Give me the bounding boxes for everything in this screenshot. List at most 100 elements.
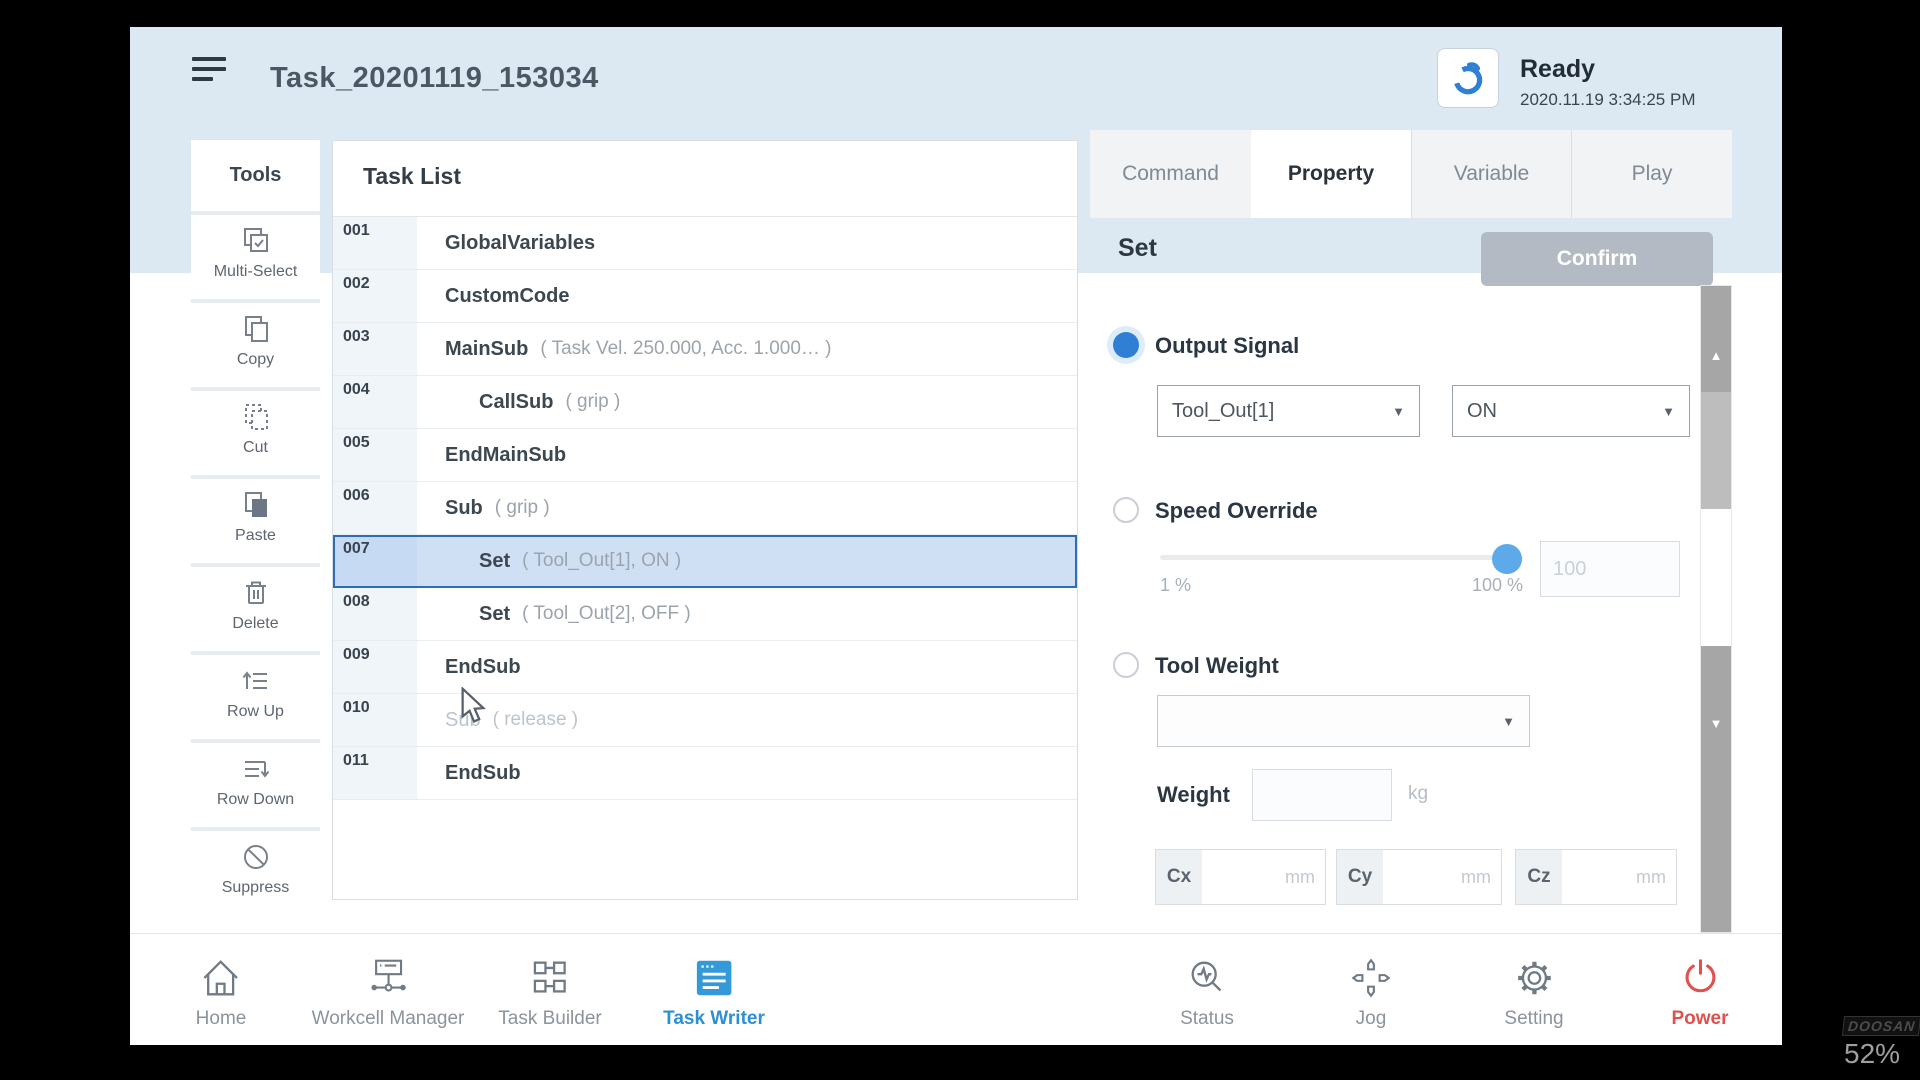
weight-unit: kg: [1408, 783, 1428, 805]
row-up-button[interactable]: Row Up: [191, 655, 320, 739]
task-row-011[interactable]: 011 EndSub: [333, 747, 1077, 800]
command-args: ( Tool_Out[1], ON ): [522, 550, 681, 572]
task-row-006[interactable]: 006 Sub( grip ): [333, 482, 1077, 535]
home-icon: [198, 955, 244, 1001]
output-signal-label: Output Signal: [1155, 333, 1299, 359]
suppress-button[interactable]: Suppress: [191, 831, 320, 915]
jog-icon: [1348, 955, 1394, 1001]
nav-task-writer[interactable]: Task Writer: [663, 955, 765, 1030]
tools-panel-title: Tools: [191, 140, 320, 211]
tab-property[interactable]: Property: [1251, 130, 1411, 218]
task-row-005[interactable]: 005 EndMainSub: [333, 429, 1077, 482]
scrollbar-down-button[interactable]: ▼: [1701, 646, 1731, 932]
row-number: 004: [333, 376, 417, 428]
scroll-down-icon: ▼: [1701, 716, 1731, 731]
status-icon: [1184, 955, 1230, 1001]
nav-status[interactable]: Status: [1180, 955, 1234, 1030]
scrollbar-thumb[interactable]: [1701, 392, 1731, 509]
robot-status-button[interactable]: [1437, 48, 1499, 108]
row-number: 006: [333, 482, 417, 534]
command-name: EndSub: [445, 762, 521, 785]
nav-home[interactable]: Home: [196, 955, 247, 1030]
task-row-009[interactable]: 009 EndSub: [333, 641, 1077, 694]
menu-hamburger-icon[interactable]: [192, 57, 228, 91]
scrollbar-up-button[interactable]: ▲: [1701, 286, 1731, 392]
cy-unit: mm: [1383, 850, 1501, 904]
row-up-icon: [238, 664, 274, 700]
delete-button[interactable]: Delete: [191, 567, 320, 651]
multi-select-button[interactable]: Multi-Select: [191, 215, 320, 299]
power-icon: [1677, 955, 1723, 1001]
weight-input[interactable]: [1252, 769, 1392, 821]
task-row-007-selected[interactable]: 007 Set( Tool_Out[1], ON ): [333, 535, 1077, 588]
speed-slider-thumb[interactable]: [1492, 544, 1522, 574]
task-row-003[interactable]: 003 MainSub ( Task Vel. 250.000, Acc. 1.0…: [333, 323, 1077, 376]
cy-input[interactable]: Cy mm: [1336, 849, 1502, 905]
command-name: EndSub: [445, 656, 521, 679]
nav-divider: [130, 933, 1782, 934]
command-heading: Set: [1118, 234, 1157, 263]
cz-input[interactable]: Cz mm: [1515, 849, 1677, 905]
tab-variable[interactable]: Variable: [1411, 130, 1571, 218]
app-window: Task_20201119_153034 Ready 2020.11.19 3:…: [130, 27, 1782, 1045]
row-number: 001: [333, 217, 417, 269]
mouse-cursor: [460, 687, 486, 725]
speed-slider-track[interactable]: [1160, 555, 1523, 560]
paste-icon: [238, 488, 274, 524]
command-name: MainSub: [445, 338, 528, 361]
task-row-002[interactable]: 002 CustomCode: [333, 270, 1077, 323]
doosan-logo: DOOSAN: [1842, 1016, 1920, 1036]
slider-min-label: 1 %: [1160, 575, 1191, 596]
command-args: ( grip ): [565, 391, 620, 413]
command-name: Set: [479, 550, 510, 573]
nav-task-builder[interactable]: Task Writer Task Builder: [498, 955, 602, 1030]
command-args: ( Task Vel. 250.000, Acc. 1.000… ): [540, 338, 831, 360]
tab-play[interactable]: Play: [1571, 130, 1732, 218]
cy-label: Cy: [1337, 850, 1383, 904]
command-name: EndMainSub: [445, 444, 566, 467]
nav-power[interactable]: Power: [1671, 955, 1728, 1030]
suppress-icon: [238, 840, 274, 876]
confirm-button[interactable]: Confirm: [1481, 232, 1713, 286]
task-list: 001 GlobalVariables 002 CustomCode 003 M…: [333, 216, 1077, 800]
row-number: 002: [333, 270, 417, 322]
nav-setting[interactable]: Setting: [1504, 955, 1563, 1030]
weight-label: Weight: [1157, 782, 1230, 808]
cz-label: Cz: [1516, 850, 1562, 904]
slider-max-label: 100 %: [1448, 575, 1523, 596]
property-scrollbar[interactable]: ▲ ▼: [1700, 285, 1732, 933]
task-row-001[interactable]: 001 GlobalVariables: [333, 217, 1077, 270]
cut-icon: [238, 400, 274, 436]
cut-button[interactable]: Cut: [191, 391, 320, 475]
task-row-010[interactable]: 010 Sub( release ): [333, 694, 1077, 747]
command-args: ( Tool_Out[2], OFF ): [522, 603, 691, 625]
nav-workcell-manager[interactable]: Workcell Manager: [312, 955, 465, 1030]
copy-button[interactable]: Copy: [191, 303, 320, 387]
output-value-dropdown[interactable]: ON ▼: [1452, 385, 1690, 437]
delete-icon: [238, 576, 274, 612]
row-number: 009: [333, 641, 417, 693]
robot-gripper-icon: [1449, 59, 1487, 97]
copy-icon: [238, 312, 274, 348]
output-signal-radio[interactable]: [1113, 332, 1139, 358]
tool-weight-dropdown[interactable]: ▼: [1157, 695, 1530, 747]
speed-value-input[interactable]: 100: [1540, 541, 1680, 597]
task-row-008[interactable]: 008 Set( Tool_Out[2], OFF ): [333, 588, 1077, 641]
paste-button[interactable]: Paste: [191, 479, 320, 563]
row-down-icon: [238, 752, 274, 788]
row-number: 003: [333, 323, 417, 375]
nav-jog[interactable]: Jog: [1348, 955, 1394, 1030]
speed-override-radio[interactable]: [1113, 497, 1139, 523]
row-down-button[interactable]: Row Down: [191, 743, 320, 827]
row-number: 008: [333, 588, 417, 640]
tab-command[interactable]: Command: [1090, 130, 1251, 218]
cx-input[interactable]: Cx mm: [1155, 849, 1326, 905]
watermark-percent: 52%: [1844, 1038, 1900, 1070]
output-port-dropdown[interactable]: Tool_Out[1] ▼: [1157, 385, 1420, 437]
multi-select-icon: [238, 224, 274, 260]
speed-override-label: Speed Override: [1155, 498, 1318, 524]
cz-unit: mm: [1562, 850, 1676, 904]
tool-weight-radio[interactable]: [1113, 652, 1139, 678]
task-row-004[interactable]: 004 CallSub( grip ): [333, 376, 1077, 429]
task-writer-icon: [691, 955, 737, 1001]
